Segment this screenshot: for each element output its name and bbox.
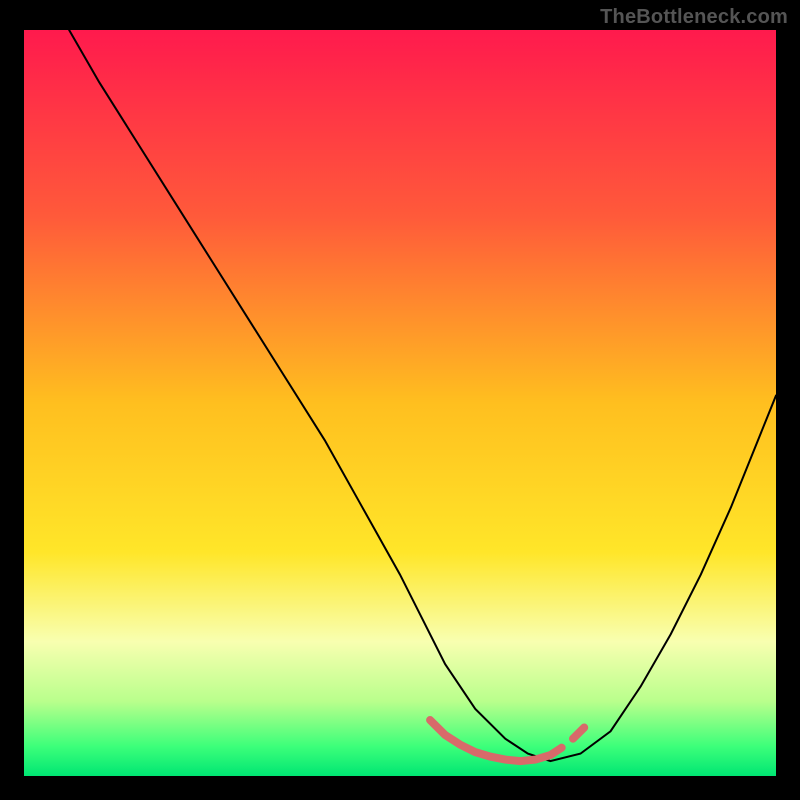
plot-area: [24, 30, 776, 776]
bottleneck-chart: [24, 30, 776, 776]
chart-frame: TheBottleneck.com: [0, 0, 800, 800]
watermark-text: TheBottleneck.com: [600, 6, 788, 29]
